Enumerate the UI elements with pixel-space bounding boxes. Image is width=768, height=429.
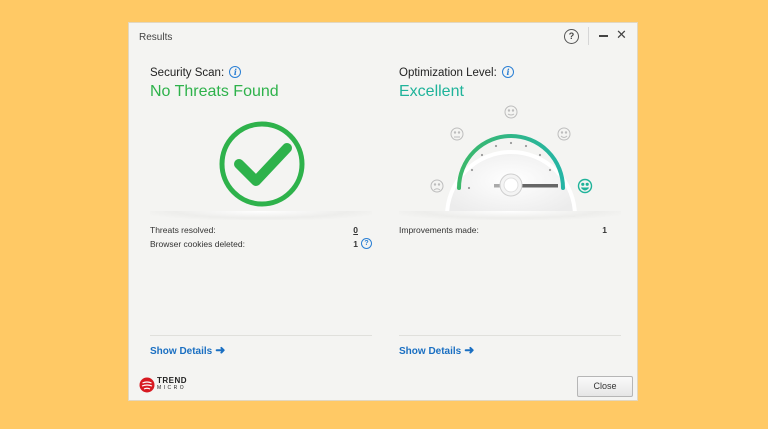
smile-face-icon — [557, 127, 571, 141]
trend-micro-logo-icon — [139, 377, 155, 393]
security-stats: Threats resolved: 0 Browser cookies dele… — [150, 225, 372, 253]
minimize-button[interactable] — [599, 35, 608, 37]
show-details-label: Show Details — [150, 346, 213, 357]
brand-subname: MICRO — [157, 385, 187, 391]
brand-name: TREND — [157, 376, 188, 385]
neutral-face-icon — [504, 105, 518, 119]
happy-face-icon — [577, 178, 593, 194]
close-button[interactable]: Close — [577, 376, 633, 397]
security-scan-label: Security Scan: — [150, 67, 225, 79]
stat-row-threats: Threats resolved: 0 — [150, 225, 372, 239]
title-bar: Results ? ✕ — [129, 23, 637, 49]
help-icon[interactable]: ? — [564, 29, 579, 44]
improvements-value: 1 — [602, 225, 607, 235]
results-window: Results ? ✕ Security Scan: i No Threats … — [129, 23, 637, 400]
panel-divider — [399, 335, 621, 336]
show-details-optimization[interactable]: Show Details ➜ — [399, 343, 474, 357]
panel-divider — [150, 335, 372, 336]
meh-face-icon — [450, 127, 464, 141]
shelf-shadow — [399, 211, 621, 220]
optimization-status: Excellent — [399, 83, 464, 100]
cookies-deleted-label: Browser cookies deleted: — [150, 239, 245, 249]
improvements-label: Improvements made: — [399, 225, 479, 235]
shelf-shadow — [150, 211, 372, 220]
window-title: Results — [139, 32, 173, 43]
security-status: No Threats Found — [150, 83, 279, 100]
info-icon[interactable]: i — [229, 66, 242, 78]
cookies-deleted-value: 1 — [353, 239, 358, 249]
optimization-gauge — [424, 104, 624, 219]
info-icon[interactable]: i — [502, 66, 514, 78]
stat-row-cookies: Browser cookies deleted: 1 ? — [150, 238, 372, 253]
security-scan-heading: Security Scan: i — [150, 66, 242, 79]
stat-row-improvements: Improvements made: 1 — [399, 225, 621, 239]
arrow-right-icon: ➜ — [215, 343, 226, 357]
close-window-button[interactable]: ✕ — [616, 28, 627, 42]
show-details-security[interactable]: Show Details ➜ — [150, 343, 225, 357]
question-icon[interactable]: ? — [361, 238, 372, 249]
threats-resolved-value[interactable]: 0 — [353, 225, 358, 235]
checkmark-icon — [216, 118, 308, 210]
sad-face-icon — [430, 179, 444, 193]
threats-resolved-label: Threats resolved: — [150, 225, 216, 235]
show-details-label: Show Details — [399, 346, 462, 357]
arrow-right-icon: ➜ — [464, 343, 475, 357]
optimization-heading: Optimization Level: i — [399, 66, 514, 79]
optimization-stats: Improvements made: 1 — [399, 225, 621, 239]
titlebar-divider — [588, 27, 589, 45]
optimization-label: Optimization Level: — [399, 67, 497, 79]
